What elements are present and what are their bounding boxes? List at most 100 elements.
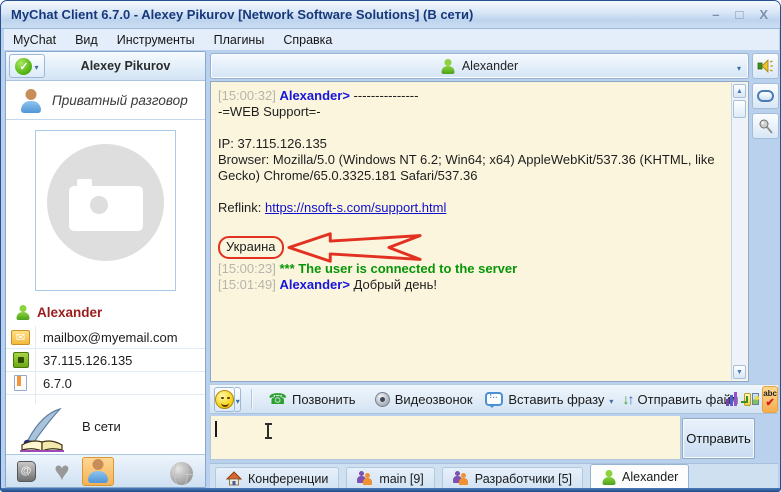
phone-icon [268, 390, 287, 408]
chat-messages: [15:00:32] Alexander> --------------- -=… [218, 88, 724, 293]
send-file-label: Отправить файл [638, 392, 739, 407]
annotation-line: Украина [218, 234, 724, 260]
camera-icon [47, 144, 164, 261]
tab-label: main [9] [379, 472, 423, 486]
people-group-icon [357, 471, 373, 487]
quill-book-icon [14, 406, 72, 454]
message-timestamp: [15:00:32] [218, 88, 276, 103]
pin-button[interactable] [752, 113, 779, 139]
menu-item-view[interactable]: Вид [75, 33, 98, 47]
scroll-up-button[interactable] [733, 84, 746, 98]
profile-button[interactable] [82, 457, 114, 486]
export-note-icon[interactable] [744, 393, 751, 406]
system-message-text: *** The user is connected to the server [279, 261, 517, 276]
menu-item-help[interactable]: Справка [283, 33, 332, 47]
call-button[interactable]: Позвонить [268, 390, 355, 408]
green-person-icon [441, 59, 456, 74]
message-timestamp: [15:00:23] [218, 261, 276, 276]
tab-main[interactable]: main [9] [346, 467, 434, 489]
minimize-button[interactable]: – [712, 8, 719, 21]
chat-header-title: Alexander [462, 59, 518, 73]
webcam-icon [375, 392, 390, 407]
support-link[interactable]: https://nsoft-s.com/support.html [265, 200, 446, 215]
chat-header[interactable]: Alexander [210, 53, 749, 79]
tab-label: Конференции [248, 472, 328, 486]
chat-message: -=WEB Support=- [218, 104, 724, 120]
smiley-icon [215, 390, 234, 409]
maximize-button[interactable]: □ [735, 8, 743, 21]
chat-message: Browser: Mozilla/5.0 (Windows NT 6.2; Wi… [218, 152, 724, 184]
transfer-arrows-icon [623, 391, 633, 407]
contact-name: Alexander [37, 305, 102, 320]
tab-developers[interactable]: Разработчики [5] [442, 467, 583, 489]
emoticons-button[interactable] [214, 387, 235, 412]
spellcheck-button[interactable]: abc [762, 386, 778, 413]
web-button[interactable] [165, 459, 197, 488]
window-controls: – □ X [712, 1, 768, 28]
status-row: В сети [6, 404, 205, 453]
tab-alexander[interactable]: Alexander [590, 464, 689, 489]
image-icon[interactable] [752, 393, 759, 405]
video-call-button[interactable]: Видеозвонок [375, 392, 473, 407]
video-call-label: Видеозвонок [395, 392, 473, 407]
chevron-down-icon [737, 60, 741, 74]
speaker-icon [757, 58, 774, 74]
rounded-rect-icon [757, 90, 774, 102]
status-button[interactable] [9, 54, 45, 78]
green-person-icon [15, 305, 30, 320]
chat-message: IP: 37.115.126.135 [218, 136, 724, 152]
insert-phrase-button[interactable]: Вставить фразу [485, 392, 613, 407]
menu-item-mychat[interactable]: MyChat [13, 33, 56, 47]
call-label: Позвонить [292, 392, 356, 407]
scroll-down-button[interactable] [733, 365, 746, 379]
table-row-ip: 37.115.126.135 [6, 349, 205, 372]
close-button[interactable]: X [759, 8, 768, 21]
menu-item-tools[interactable]: Инструменты [117, 33, 195, 47]
tab-label: Разработчики [5] [475, 472, 572, 486]
message-username: Alexander> [279, 277, 349, 292]
menu-bar: MyChat Вид Инструменты Плагины Справка [4, 29, 779, 50]
scrollbar-thumb[interactable] [733, 100, 746, 118]
chevron-down-icon [609, 392, 613, 407]
ibeam-cursor [267, 424, 269, 438]
contact-ip: 37.115.126.135 [36, 353, 132, 368]
send-file-button[interactable]: Отправить файл [623, 391, 739, 407]
owner-name: Alexey Pikurov [46, 52, 205, 80]
conversation-tabbar: Конференции main [9] Разработчики [5] Al… [210, 463, 778, 489]
globe-icon [170, 462, 193, 485]
message-input[interactable] [210, 416, 681, 460]
chevron-down-icon [34, 57, 38, 75]
message-username: Alexander> [279, 88, 349, 103]
private-talk-label: Приватный разговор [52, 93, 188, 108]
blank-line [218, 184, 724, 200]
people-group-icon [453, 471, 469, 487]
window-title: MyChat Client 6.7.0 - Alexey Pikurov [Ne… [11, 1, 473, 28]
contact-email: mailbox@myemail.com [36, 330, 178, 345]
ip-chip-icon [13, 352, 29, 368]
statistics-icon[interactable] [726, 392, 737, 406]
chat-messages-panel[interactable]: [15:00:32] Alexander> --------------- -=… [210, 81, 749, 382]
table-row-email: mailbox@myemail.com [6, 326, 205, 349]
menu-item-plugins[interactable]: Плагины [214, 33, 265, 47]
chat-message: [15:01:49] Alexander> Добрый день! [218, 277, 724, 293]
green-person-icon [601, 470, 616, 485]
messages-scrollbar[interactable] [731, 83, 747, 380]
sound-button[interactable] [752, 53, 779, 79]
tab-conferences[interactable]: Конференции [215, 467, 339, 489]
insert-phrase-label: Вставить фразу [508, 392, 604, 407]
favorites-button[interactable] [46, 457, 78, 486]
contacts-book-button[interactable] [10, 457, 42, 486]
pin-icon [758, 118, 774, 134]
title-bar[interactable]: MyChat Client 6.7.0 - Alexey Pikurov [Ne… [1, 1, 781, 29]
chat-area: Alexander [209, 51, 779, 489]
message-text: Добрый день! [354, 277, 437, 292]
theme-button[interactable] [752, 83, 779, 109]
avatar-panel [6, 121, 205, 299]
avatar-placeholder[interactable] [35, 130, 176, 291]
version-icon [14, 375, 27, 391]
mail-icon [11, 330, 30, 345]
message-toolbar: Позвонить Видеозвонок Вставить фразу Отп… [210, 384, 778, 414]
send-button[interactable]: Отправить [682, 418, 755, 459]
annotation-arrow-icon [285, 231, 425, 264]
emoticons-dropdown[interactable] [235, 387, 241, 412]
